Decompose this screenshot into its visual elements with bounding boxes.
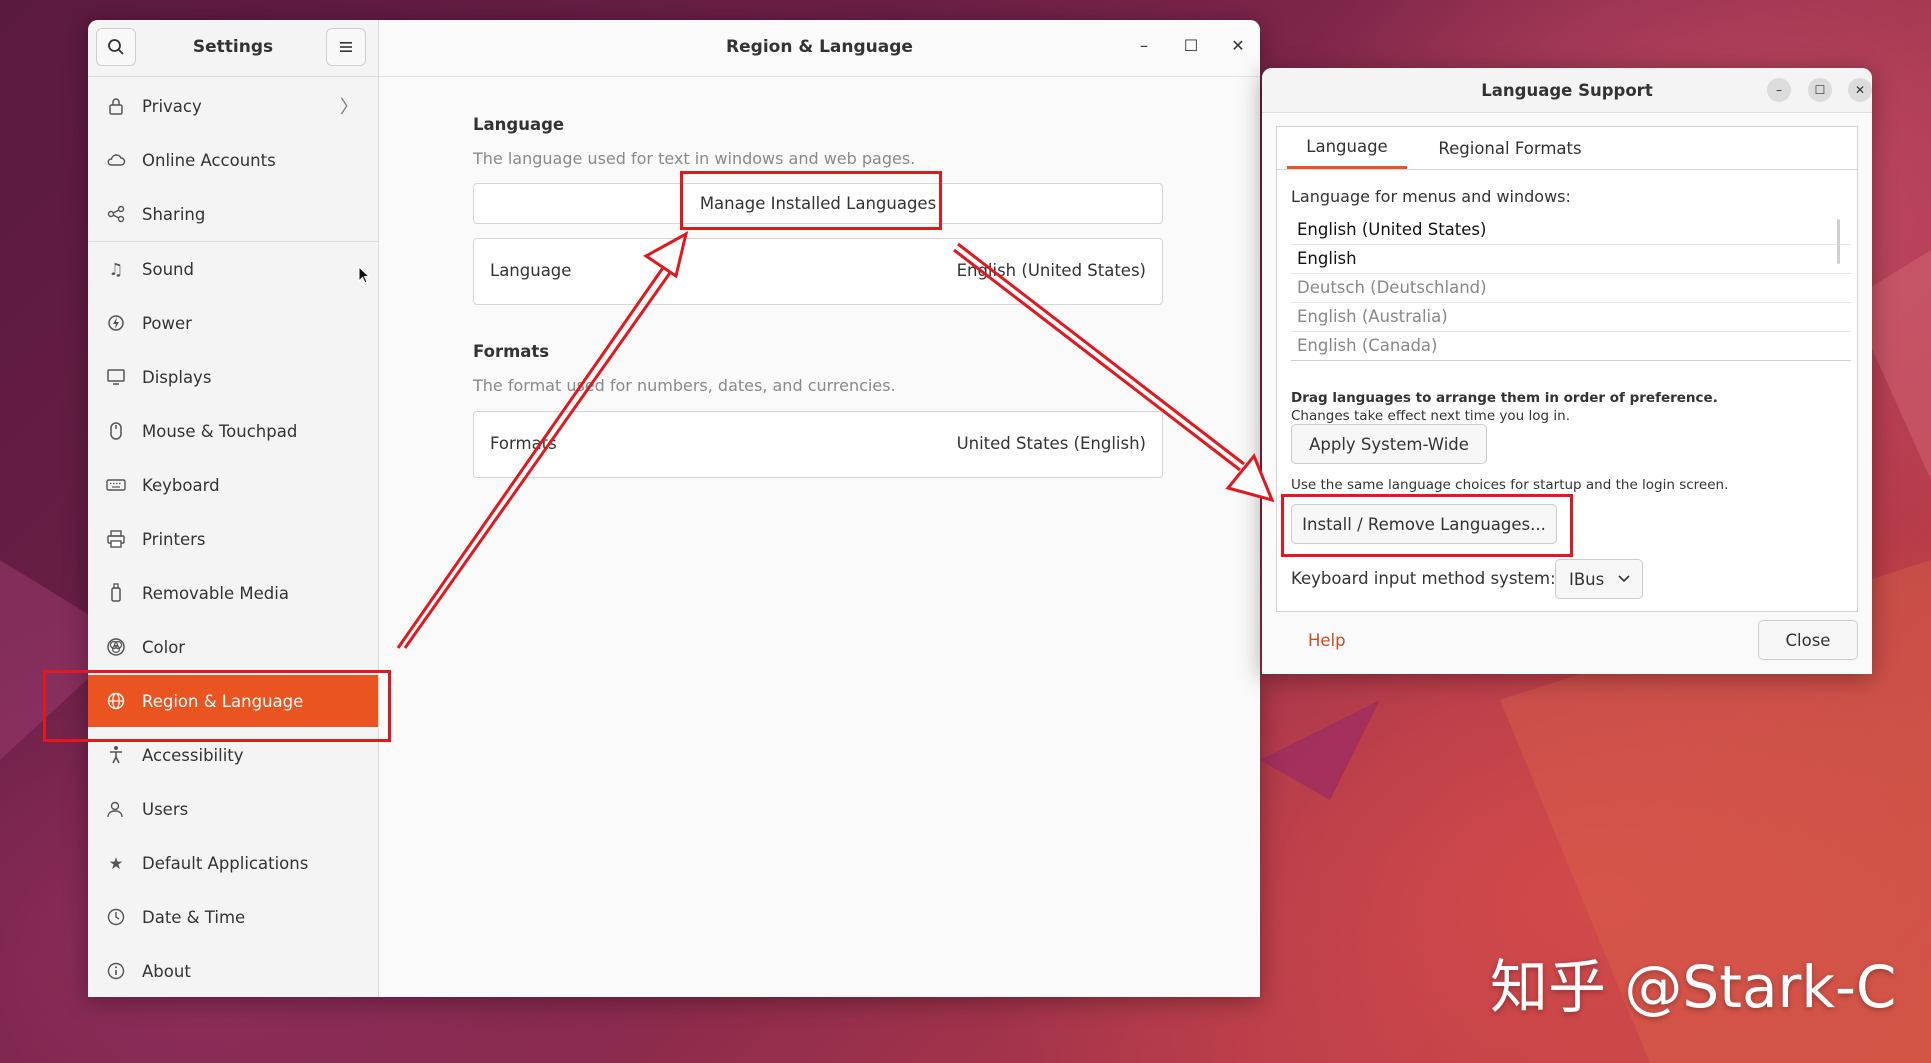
arrow-to-install-shaft-a (953, 248, 1241, 472)
arrow-to-manage-head (643, 231, 689, 279)
watermark-text: 知乎 @Stark-C (1490, 953, 1897, 1021)
arrow-to-manage-shaft-b (403, 269, 674, 649)
annotation-arrows (396, 231, 1275, 649)
arrow-to-manage-shaft-a (396, 261, 669, 649)
arrow-to-install-head (1225, 453, 1275, 503)
arrow-to-install-shaft-b (957, 242, 1245, 466)
